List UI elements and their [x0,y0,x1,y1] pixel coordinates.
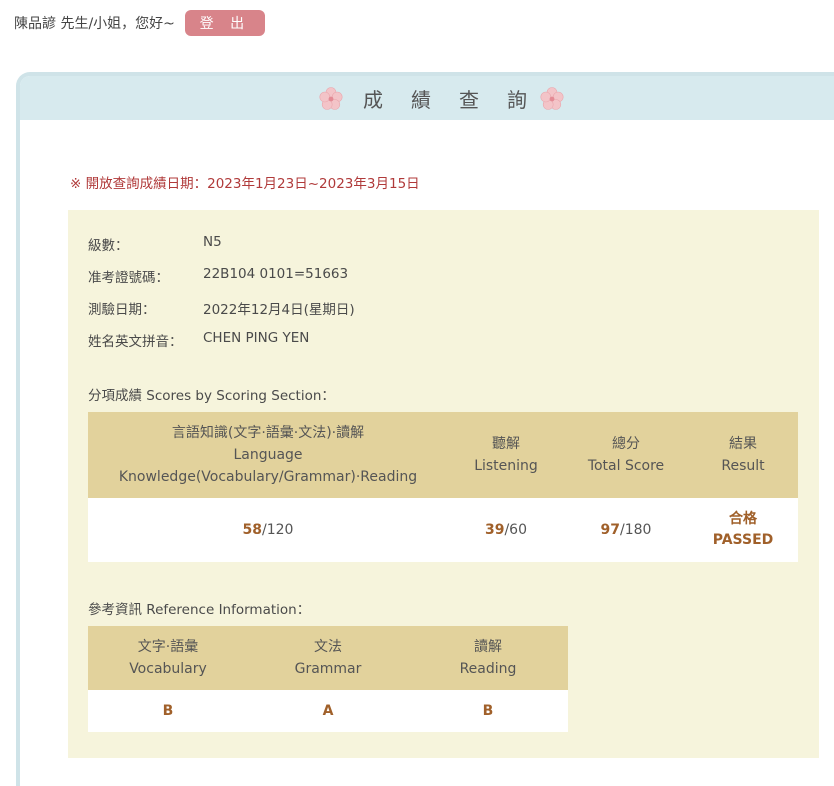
exam-id-row: 准考證號碼： 22B104 0101=51663 [88,266,348,286]
total-header-en: Total Score [587,458,665,474]
reference-value-row: B A B [88,690,568,732]
exam-date-label: 測驗日期： [88,302,156,318]
exam-id-value: 22B104 0101=51663 [203,266,349,282]
language-header-en2: Knowledge(Vocabulary/Grammar)·Reading [118,469,418,485]
result-cell: 合格 PASSED [688,498,798,562]
total-score: 97 [600,522,621,538]
language-header-zh: 言語知識(文字·語彙·文法)·讀解 [171,425,365,441]
language-score-cell: 58/120 [88,498,448,562]
level-label: 級數： [88,238,129,254]
level-value: N5 [203,234,222,250]
total-header-zh: 總分 [612,436,640,452]
total-header: 總分 Total Score [564,412,688,498]
listening-header: 聽解 Listening [448,412,564,498]
grammar-header: 文法 Grammar [248,626,408,690]
name-value: CHEN PING YEN [203,330,310,346]
cherry-blossom-icon [540,87,564,110]
scores-header-row: 言語知識(文字·語彙·文法)·讀解 Language Knowledge(Voc… [88,412,798,498]
query-period-notice: ※ 開放查詢成績日期：2023年1月23日~2023年3月15日 [70,176,420,192]
vocabulary-header-en: Vocabulary [129,661,207,677]
language-header: 言語知識(文字·語彙·文法)·讀解 Language Knowledge(Voc… [88,412,448,498]
total-score-cell: 97/180 [564,498,688,562]
grammar-header-en: Grammar [294,661,362,677]
level-row: 級數： N5 [88,234,222,254]
result-header: 結果 Result [688,412,798,498]
language-header-en1: Language [233,447,303,463]
reference-table: 文字·語彙 Vocabulary 文法 Grammar 讀解 Reading B… [88,626,568,732]
exam-id-label: 准考證號碼： [88,270,169,286]
reading-header-en: Reading [459,661,517,677]
result-zh: 合格 [729,511,757,527]
greeting-text: 陳品諺 先生/小姐，您好~ [14,16,175,32]
listening-score-cell: 39/60 [448,498,564,562]
language-score: 58 [242,522,263,538]
listening-header-zh: 聽解 [492,436,520,452]
logout-button[interactable]: 登 出 [184,10,265,36]
grammar-grade: A [248,690,408,732]
scores-value-row: 58/120 39/60 97/180 合格 PASSED [88,498,798,562]
exam-date-value: 2022年12月4日(星期日) [203,302,355,318]
exam-date-row: 測驗日期： 2022年12月4日(星期日) [88,298,355,318]
scores-table: 言語知識(文字·語彙·文法)·讀解 Language Knowledge(Voc… [88,412,798,562]
reading-grade: B [408,690,568,732]
result-en: PASSED [712,532,774,548]
vocabulary-grade: B [88,690,248,732]
reading-header-zh: 讀解 [474,639,502,655]
page-title: 成績查詢 [315,76,555,120]
scores-section-label: 分項成績 Scores by Scoring Section： [88,388,335,404]
total-max: /180 [620,522,652,538]
reference-section-label: 參考資訊 Reference Information： [88,602,311,618]
vocabulary-header: 文字·語彙 Vocabulary [88,626,248,690]
result-header-en: Result [721,458,765,474]
score-card: 級數： N5 准考證號碼： 22B104 0101=51663 測驗日期： 20… [68,210,819,758]
listening-score: 39 [484,522,505,538]
page-title-text: 成績查詢 [363,87,555,112]
name-label: 姓名英文拼音： [88,334,183,350]
listening-max: /60 [504,522,527,538]
listening-header-en: Listening [474,458,538,474]
language-max: /120 [262,522,294,538]
reference-header-row: 文字·語彙 Vocabulary 文法 Grammar 讀解 Reading [88,626,568,690]
panel-header: 成績查詢 [20,76,834,120]
vocabulary-header-zh: 文字·語彙 [137,639,199,655]
result-header-zh: 結果 [729,436,757,452]
name-row: 姓名英文拼音： CHEN PING YEN [88,330,309,350]
reading-header: 讀解 Reading [408,626,568,690]
grammar-header-zh: 文法 [314,639,342,655]
user-bar: 陳品諺 先生/小姐，您好~ 登 出 [14,10,265,36]
score-query-panel: 成績查詢 ※ 開放查詢成績日期：2023年1月23日~2023年3月15日 級數… [16,72,834,786]
